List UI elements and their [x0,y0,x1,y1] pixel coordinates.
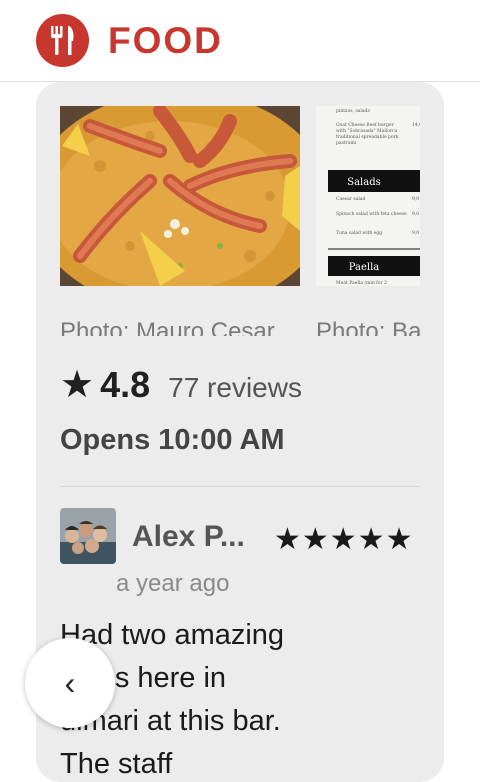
menu-section-salads: Salads [347,177,381,188]
menu-line-2: Caesar salad [336,196,365,202]
chevron-left-icon: ‹ [64,664,76,701]
photo-credit: Photo: Mauro Cesar [60,318,275,336]
review-time: a year ago [116,570,230,597]
paella-photo[interactable] [60,106,300,286]
divider [60,486,420,487]
menu-line-5: Meat Paella (min for 2 [336,279,387,286]
menu-section-paella: Paella [349,262,380,273]
photo-credit: Photo: Ba [316,318,420,336]
back-button[interactable]: ‹ [25,638,115,728]
app-header: FOOD [0,0,480,82]
review-count[interactable]: 77 reviews [168,372,302,404]
app-title: FOOD [108,20,223,61]
svg-text:9,0: 9,0 [412,211,419,217]
svg-text:9,0: 9,0 [412,230,419,236]
svg-text:pastrami: pastrami [336,140,357,146]
fork-knife-icon [36,14,89,67]
svg-text:9,0: 9,0 [412,196,419,202]
opening-hours: Opens 10:00 AM [60,424,285,456]
review-text-line: Had two amazing [60,619,285,651]
svg-text:14,0: 14,0 [412,122,420,128]
menu-line-4: Tuna salad with egg [336,230,382,236]
menu-line-3: Spinach salad with feta cheese [336,211,407,217]
reviewer-name[interactable]: Alex P... [132,520,245,554]
svg-text:traditional spreadable pork: traditional spreadable pork [336,134,399,140]
star-icon: ★ [60,364,95,406]
rating-value: 4.8 [100,364,151,405]
avatar [60,508,116,564]
review-star-rating: ★★★★★ [274,523,414,556]
menu-line-1: Goat Cheese Beef burger [336,122,394,128]
svg-text:pintxos, salads: pintxos, salads [336,108,370,114]
rating-row: ★ 4.8 77 reviews [60,362,302,406]
photo-carousel[interactable]: pintxos, salads Goat Cheese Beef burger … [60,106,420,336]
svg-text:with "Sobrasada" Mallorca: with "Sobrasada" Mallorca [336,128,398,134]
menu-photo[interactable]: pintxos, salads Goat Cheese Beef burger … [316,106,420,286]
review-text-line: The staff [60,748,173,780]
